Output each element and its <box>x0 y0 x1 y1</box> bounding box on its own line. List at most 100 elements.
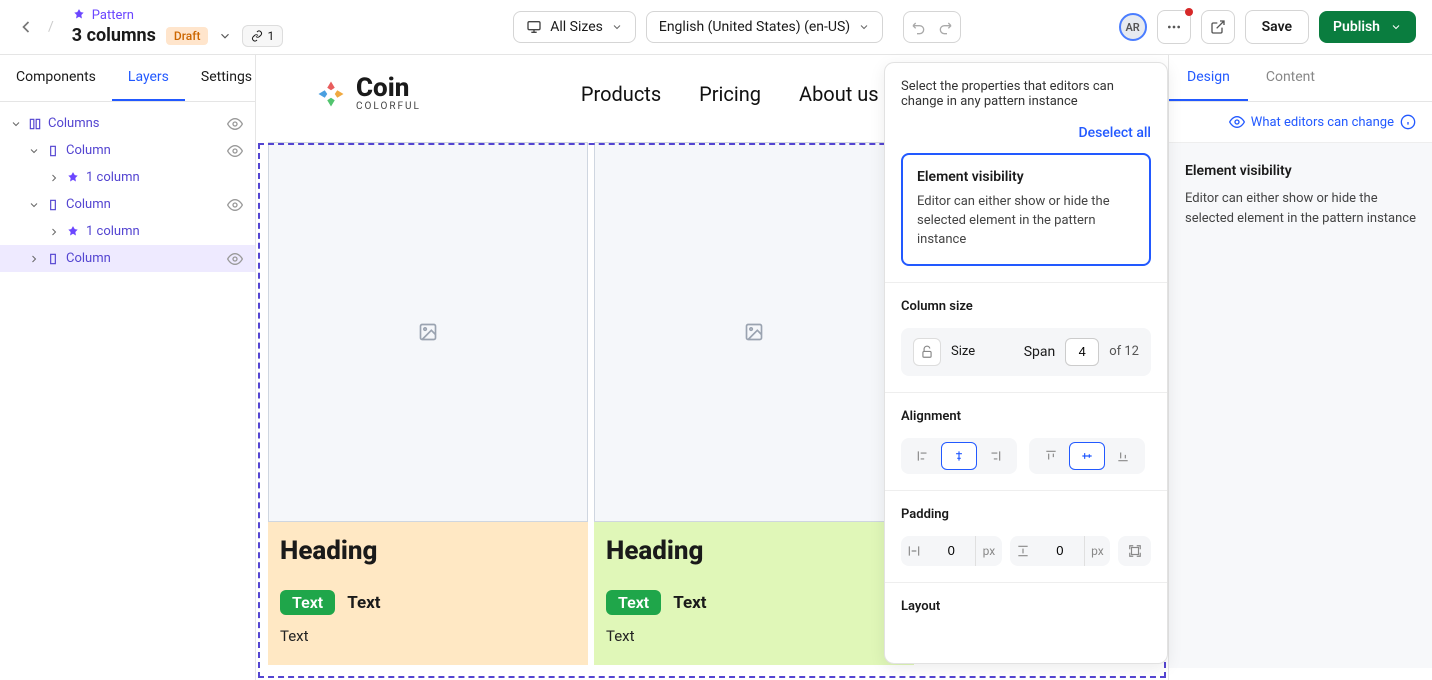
locale-label: English (United States) (en-US) <box>659 19 850 35</box>
tree-column-2[interactable]: Column <box>0 191 255 218</box>
align-middle-icon <box>1080 449 1094 463</box>
visibility-toggle[interactable] <box>227 197 243 213</box>
align-left-button[interactable] <box>905 442 941 470</box>
deselect-all-link[interactable]: Deselect all <box>885 125 1167 153</box>
pattern-icon <box>72 8 86 22</box>
image-icon <box>744 322 764 342</box>
tree-column-3[interactable]: Column <box>0 245 255 272</box>
brand-subtitle: COLORFUL <box>356 101 421 112</box>
brand: Coin COLORFUL <box>316 75 421 112</box>
text-label[interactable]: Text <box>673 593 706 613</box>
padding-vertical-input[interactable] <box>1036 536 1084 566</box>
back-button[interactable] <box>16 17 36 37</box>
image-placeholder[interactable] <box>594 142 914 522</box>
more-button[interactable] <box>1157 10 1191 44</box>
tree-label: Column <box>66 251 111 266</box>
open-external-button[interactable] <box>1201 10 1235 44</box>
brand-name: Coin <box>356 75 421 101</box>
tab-design[interactable]: Design <box>1169 55 1248 101</box>
tab-content[interactable]: Content <box>1248 55 1333 101</box>
more-icon <box>1166 19 1182 35</box>
tree-column-1[interactable]: Column <box>0 137 255 164</box>
padding-title: Padding <box>901 507 1151 522</box>
align-right-icon <box>988 449 1002 463</box>
image-icon <box>418 322 438 342</box>
chevron-down-icon <box>10 118 22 130</box>
chevron-right-icon <box>48 172 60 184</box>
chevron-right-icon <box>28 253 40 265</box>
span-total: of 12 <box>1109 344 1139 359</box>
alignment-title: Alignment <box>901 409 1151 424</box>
save-button[interactable]: Save <box>1245 10 1309 44</box>
text-badge[interactable]: Text <box>606 590 661 615</box>
tree-root-columns[interactable]: Columns <box>0 110 255 137</box>
align-middle-button[interactable] <box>1069 442 1105 470</box>
viewport-size-label: All Sizes <box>550 19 603 35</box>
avatar[interactable]: AR <box>1119 13 1147 41</box>
align-bottom-button[interactable] <box>1105 442 1141 470</box>
status-badge: Draft <box>166 27 209 45</box>
text-label[interactable]: Text <box>347 593 380 613</box>
info-icon <box>1400 114 1416 130</box>
tree-pattern-2[interactable]: 1 column <box>0 218 255 245</box>
undo-button[interactable] <box>908 16 930 38</box>
align-bottom-icon <box>1116 449 1130 463</box>
span-label: Span <box>1024 344 1056 360</box>
text-label[interactable]: Text <box>606 627 902 645</box>
tab-components[interactable]: Components <box>0 55 112 101</box>
redo-button[interactable] <box>934 16 956 38</box>
link-count: 1 <box>267 29 274 43</box>
align-center-button[interactable] <box>941 442 977 470</box>
locale-select[interactable]: English (United States) (en-US) <box>646 11 883 43</box>
publish-button[interactable]: Publish <box>1319 11 1416 43</box>
visibility-toggle[interactable] <box>227 116 243 132</box>
padding-horizontal-icon <box>901 544 927 558</box>
nav-products[interactable]: Products <box>581 82 661 106</box>
tree-label: Column <box>66 143 111 158</box>
visibility-toggle[interactable] <box>227 143 243 159</box>
padding-unit[interactable]: px <box>975 536 1001 566</box>
tree-label: 1 column <box>86 170 140 185</box>
text-label[interactable]: Text <box>280 627 576 645</box>
column-heading[interactable]: Heading <box>606 536 902 566</box>
padding-expand-button[interactable] <box>1118 536 1151 566</box>
right-visibility-desc: Editor can either show or hide the selec… <box>1185 189 1416 229</box>
align-right-button[interactable] <box>977 442 1013 470</box>
nav-pricing[interactable]: Pricing <box>699 82 761 106</box>
editors-can-change-link[interactable]: What editors can change <box>1169 102 1432 143</box>
visibility-toggle[interactable] <box>227 251 243 267</box>
text-badge[interactable]: Text <box>280 590 335 615</box>
column-icon <box>46 198 60 212</box>
padding-unit[interactable]: px <box>1084 536 1110 566</box>
canvas-column-1[interactable]: Heading Text Text Text <box>268 142 594 665</box>
chevron-down-icon <box>28 199 40 211</box>
column-icon <box>46 252 60 266</box>
canvas-column-2[interactable]: Heading Text Text Text <box>594 142 920 665</box>
tree-pattern-1[interactable]: 1 column <box>0 164 255 191</box>
visibility-title: Element visibility <box>917 169 1135 185</box>
monitor-icon <box>526 19 542 35</box>
visibility-card[interactable]: Element visibility Editor can either sho… <box>901 153 1151 266</box>
chevron-down-icon <box>858 21 870 33</box>
redo-icon <box>937 19 953 35</box>
link-references-chip[interactable]: 1 <box>242 25 283 47</box>
pattern-crumb[interactable]: Pattern <box>72 8 283 23</box>
image-placeholder[interactable] <box>268 142 588 522</box>
pattern-icon <box>66 171 80 185</box>
span-input[interactable] <box>1065 338 1099 366</box>
chevron-right-icon <box>48 226 60 238</box>
size-lock-button[interactable] <box>913 338 941 366</box>
columns-icon <box>28 117 42 131</box>
tree-label: Columns <box>48 116 100 131</box>
align-top-button[interactable] <box>1033 442 1069 470</box>
nav-about[interactable]: About us <box>799 82 879 106</box>
padding-horizontal-input[interactable] <box>927 536 975 566</box>
chevron-down-icon <box>1390 21 1402 33</box>
title-menu-button[interactable] <box>218 29 232 43</box>
pattern-icon <box>66 225 80 239</box>
column-heading[interactable]: Heading <box>280 536 576 566</box>
align-left-icon <box>916 449 930 463</box>
page-title: 3 columns <box>72 25 156 46</box>
tab-layers[interactable]: Layers <box>112 55 185 101</box>
viewport-size-select[interactable]: All Sizes <box>513 11 636 43</box>
